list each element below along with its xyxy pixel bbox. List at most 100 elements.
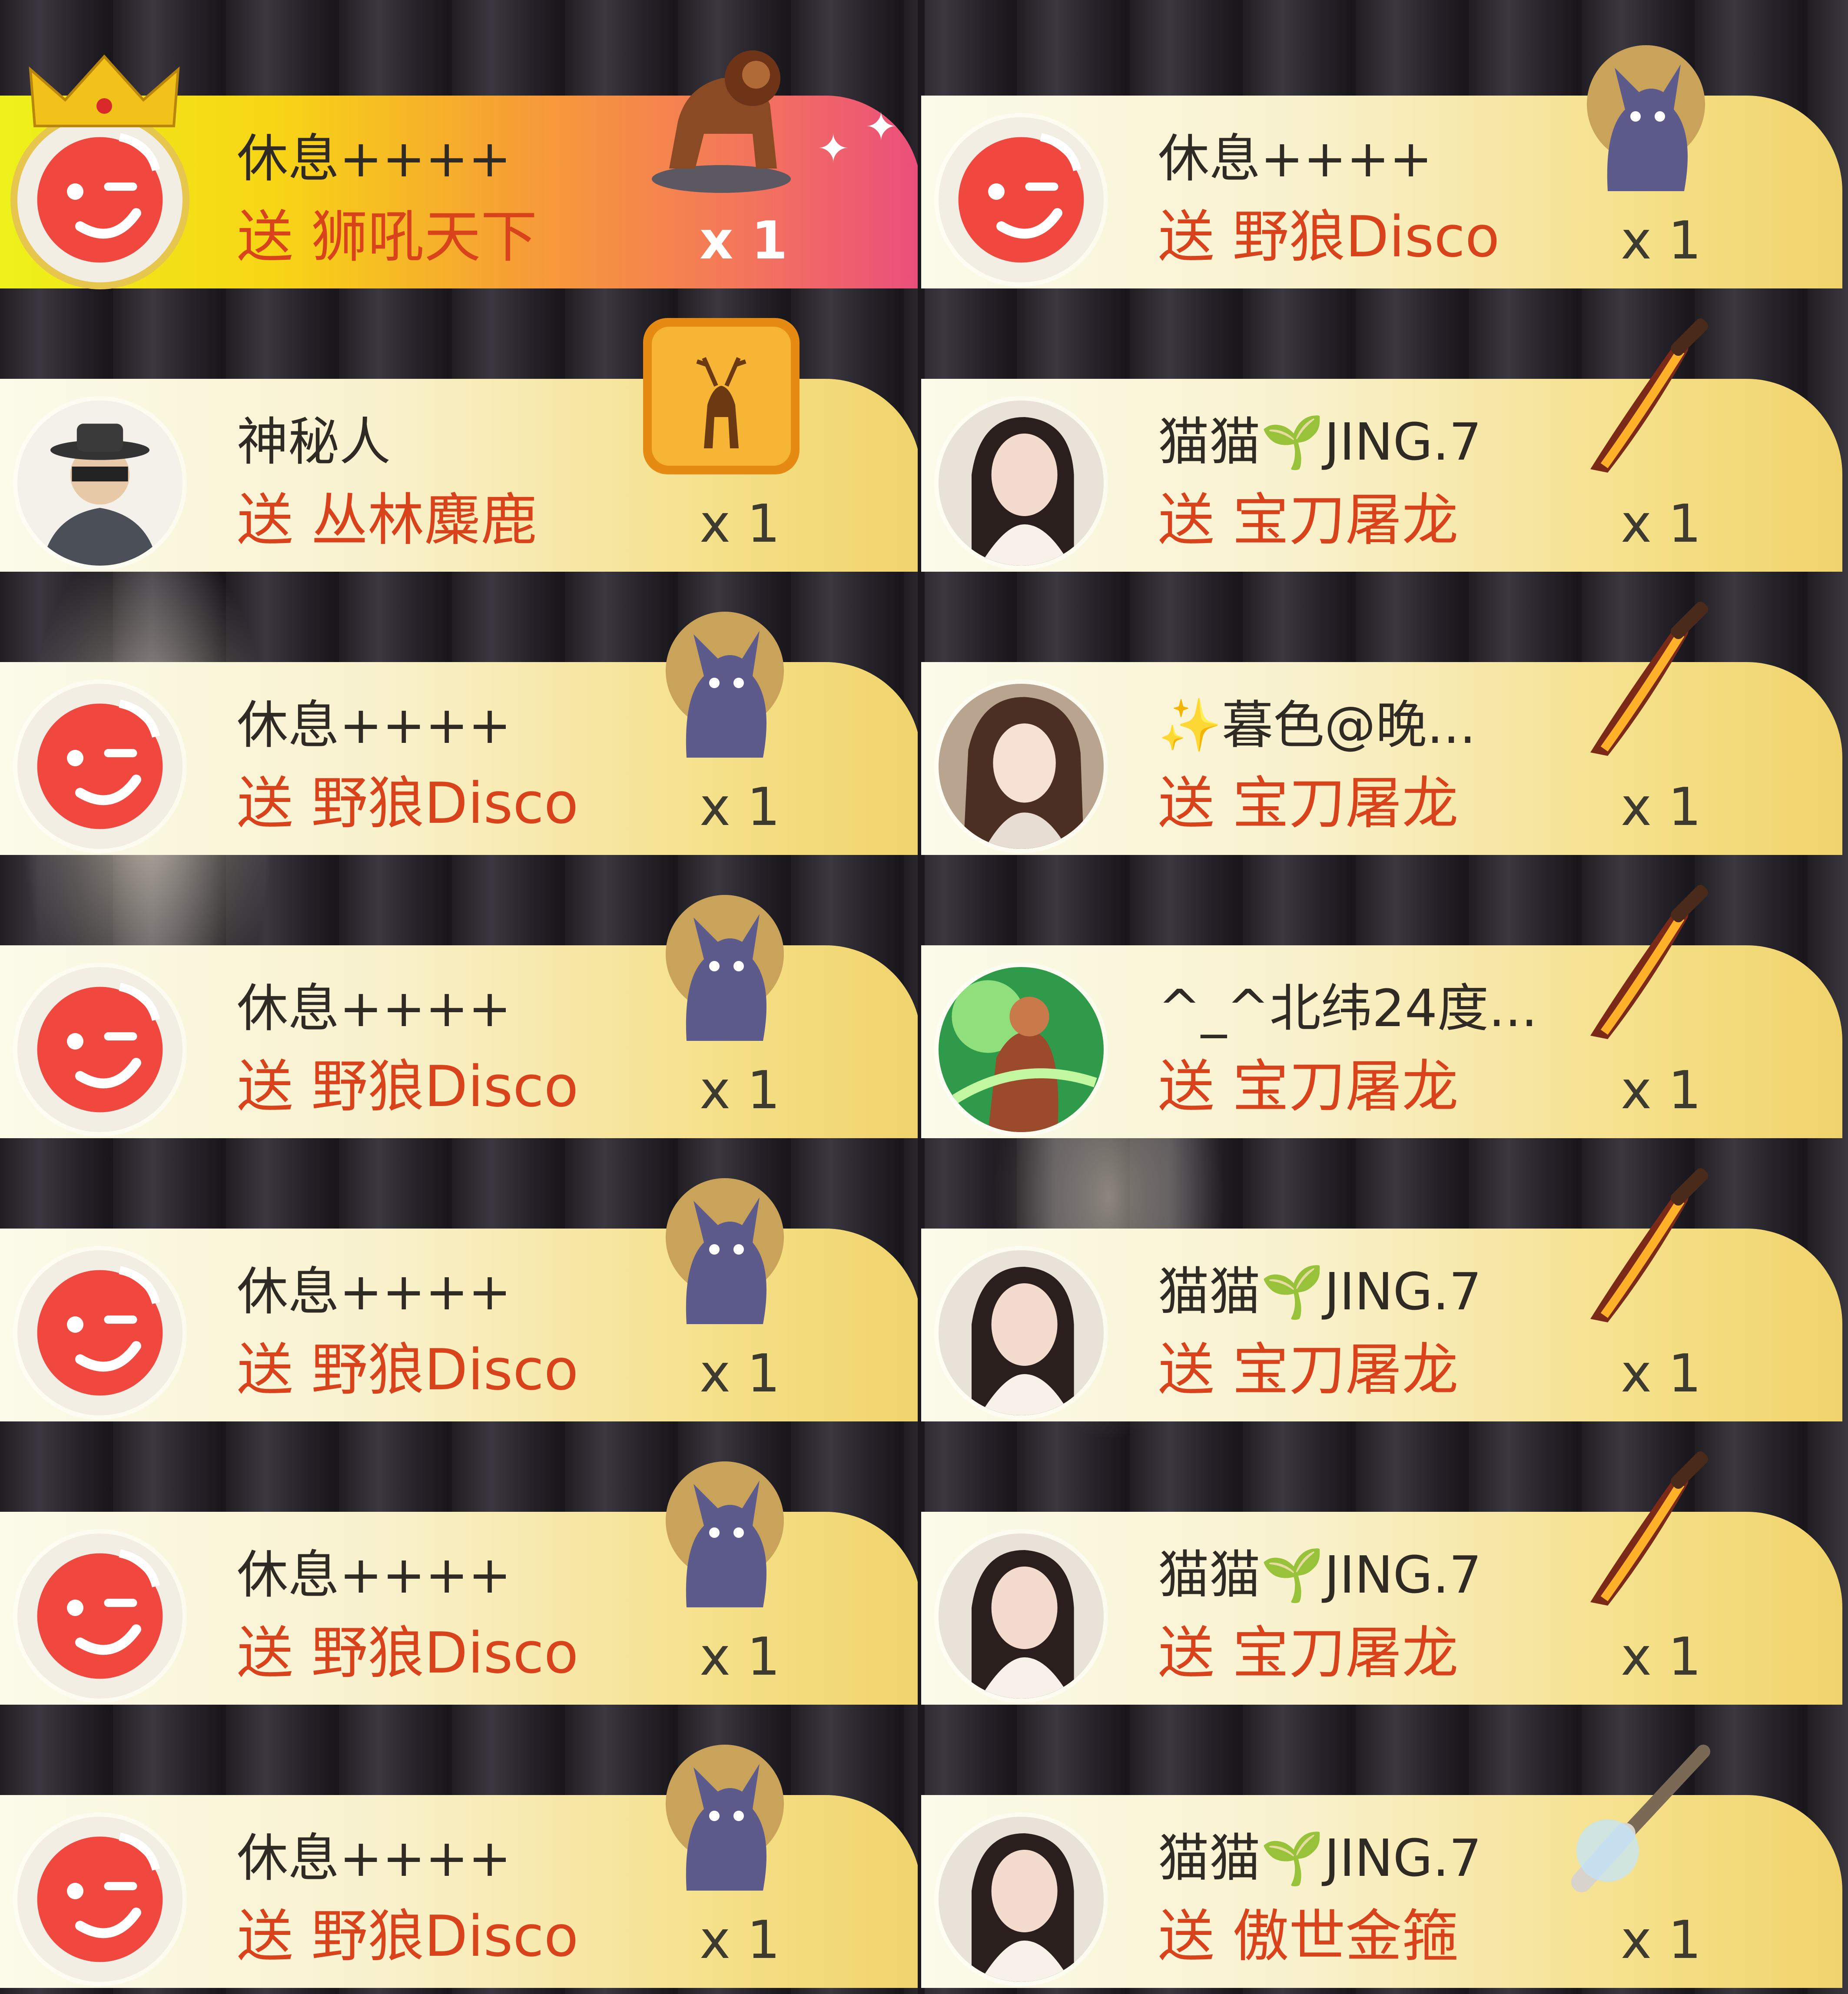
gift-description: 送 野狼Disco [237,1337,579,1403]
gift-count: x 1 [700,1344,780,1404]
portrait-photo-icon [939,1250,1104,1415]
gift-count: x 1 [1621,777,1702,838]
gift-message-row[interactable]: 猫猫🌱JING.7 送 宝刀屠龙 x 1 [921,1412,1842,1705]
portrait-photo-icon [939,684,1104,849]
gift-count: x 1 [700,1910,780,1971]
wolf-disco-icon [634,1159,808,1333]
lion-statue-icon [634,26,808,200]
user-avatar[interactable] [17,967,182,1132]
golden-staff-icon [1556,1726,1729,1899]
gift-message-row[interactable]: 休息++++ 送 野狼Disco x 1 [0,1129,921,1421]
user-avatar[interactable] [17,1250,182,1415]
wolf-disco-icon [1556,26,1729,200]
gift-feed-left: 休息++++ 送 狮吼天下 x 1 ✦ ✦ 神秘人 送 丛林麋鹿 x 1 休息+… [0,0,921,1994]
user-avatar[interactable] [939,684,1104,849]
gift-count: x 1 [1621,1910,1702,1971]
mystery-person-icon [17,401,182,566]
user-name: 休息++++ [237,1262,511,1322]
gift-feed-right: 休息++++ 送 野狼Disco x 1 猫猫🌱JING.7 送 宝刀屠龙 x … [921,0,1842,1994]
user-name: 休息++++ [237,129,511,189]
user-name: 休息++++ [237,978,511,1038]
user-name: 猫猫🌱JING.7 [1158,1545,1482,1605]
gift-count: x 1 [700,777,780,838]
gift-description: 送 宝刀屠龙 [1158,1620,1459,1686]
gift-message-row[interactable]: 休息++++ 送 野狼Disco x 1 [0,562,921,855]
user-name: ^_^北纬24度... [1158,978,1538,1038]
gift-message-row[interactable]: ✨暮色@晚... 送 宝刀屠龙 x 1 [921,562,1842,855]
gift-message-row[interactable]: 休息++++ 送 野狼Disco x 1 [0,1695,921,1988]
gift-description: 送 野狼Disco [1158,204,1500,270]
user-avatar[interactable] [939,1534,1104,1699]
gift-count: x 1 [1621,1344,1702,1404]
user-name: 休息++++ [237,695,511,755]
gift-message-row[interactable]: 猫猫🌱JING.7 送 宝刀屠龙 x 1 [921,279,1842,572]
gift-message-row[interactable]: 休息++++ 送 狮吼天下 x 1 ✦ ✦ [0,0,921,288]
gift-description: 送 野狼Disco [237,770,579,836]
gift-count: x 1 [700,1627,780,1687]
user-name: ✨暮色@晚... [1158,695,1476,755]
user-name: 神秘人 [237,412,391,472]
user-avatar[interactable] [939,117,1104,282]
user-avatar[interactable] [17,401,182,566]
user-avatar[interactable] [939,401,1104,566]
gift-description: 送 宝刀屠龙 [1158,1337,1459,1403]
gift-message-row[interactable]: 猫猫🌱JING.7 送 宝刀屠龙 x 1 [921,1129,1842,1421]
user-avatar[interactable] [939,1250,1104,1415]
gift-message-row[interactable]: ^_^北纬24度... 送 宝刀屠龙 x 1 [921,845,1842,1138]
wink-face-icon [37,1266,163,1396]
gift-description: 送 宝刀屠龙 [1158,487,1459,553]
gift-description: 送 傲世金箍 [1158,1903,1459,1969]
gift-description: 送 丛林麋鹿 [237,487,537,553]
wink-face-icon [37,1549,163,1679]
user-name: 休息++++ [1158,129,1433,189]
gift-message-row[interactable]: 神秘人 送 丛林麋鹿 x 1 [0,279,921,572]
portrait-photo-icon [939,1817,1104,1982]
wink-face-icon [37,699,163,829]
dragon-blade-icon [1556,876,1729,1050]
dragon-blade-icon [1556,1442,1729,1616]
wolf-disco-icon [634,1726,808,1899]
wink-face-icon [37,983,163,1113]
forest-deer-icon [634,309,808,483]
gift-description: 送 宝刀屠龙 [1158,1053,1459,1120]
wink-face-icon [37,133,163,263]
user-name: 猫猫🌱JING.7 [1158,1262,1482,1322]
user-avatar[interactable] [17,1817,182,1982]
sparkle-icon: ✦ [865,104,898,150]
gift-count: x 1 [700,211,788,271]
user-avatar[interactable] [17,684,182,849]
gift-count: x 1 [1621,1627,1702,1687]
user-avatar[interactable] [939,1817,1104,1982]
dragon-blade-icon [1556,1159,1729,1333]
wink-face-icon [37,1832,163,1962]
gift-message-row[interactable]: 休息++++ 送 野狼Disco x 1 [921,0,1842,288]
user-avatar[interactable] [939,967,1104,1132]
user-name: 休息++++ [237,1545,511,1605]
game-hero-avatar-icon [939,967,1104,1132]
gift-count: x 1 [1621,1060,1702,1121]
gift-count: x 1 [700,494,780,554]
gift-description: 送 宝刀屠龙 [1158,770,1459,836]
gift-message-row[interactable]: 休息++++ 送 野狼Disco x 1 [0,845,921,1138]
crown-icon [29,54,180,127]
user-name: 猫猫🌱JING.7 [1158,1828,1482,1888]
user-avatar[interactable] [17,1534,182,1699]
wolf-disco-icon [634,876,808,1050]
gift-message-row[interactable]: 休息++++ 送 野狼Disco x 1 [0,1412,921,1705]
user-name: 猫猫🌱JING.7 [1158,412,1482,472]
portrait-photo-icon [939,401,1104,566]
portrait-photo-icon [939,1534,1104,1699]
user-name: 休息++++ [237,1828,511,1888]
gift-description: 送 野狼Disco [237,1620,579,1686]
user-avatar[interactable] [17,117,182,282]
gift-description: 送 野狼Disco [237,1903,579,1969]
gift-count: x 1 [700,1060,780,1121]
sparkle-icon: ✦ [817,126,850,172]
gift-description: 送 野狼Disco [237,1053,579,1120]
gift-count: x 1 [1621,211,1702,271]
dragon-blade-icon [1556,593,1729,766]
wolf-disco-icon [634,1442,808,1616]
wink-face-icon [958,133,1084,263]
gift-message-row[interactable]: 猫猫🌱JING.7 送 傲世金箍 x 1 [921,1695,1842,1988]
dragon-blade-icon [1556,309,1729,483]
